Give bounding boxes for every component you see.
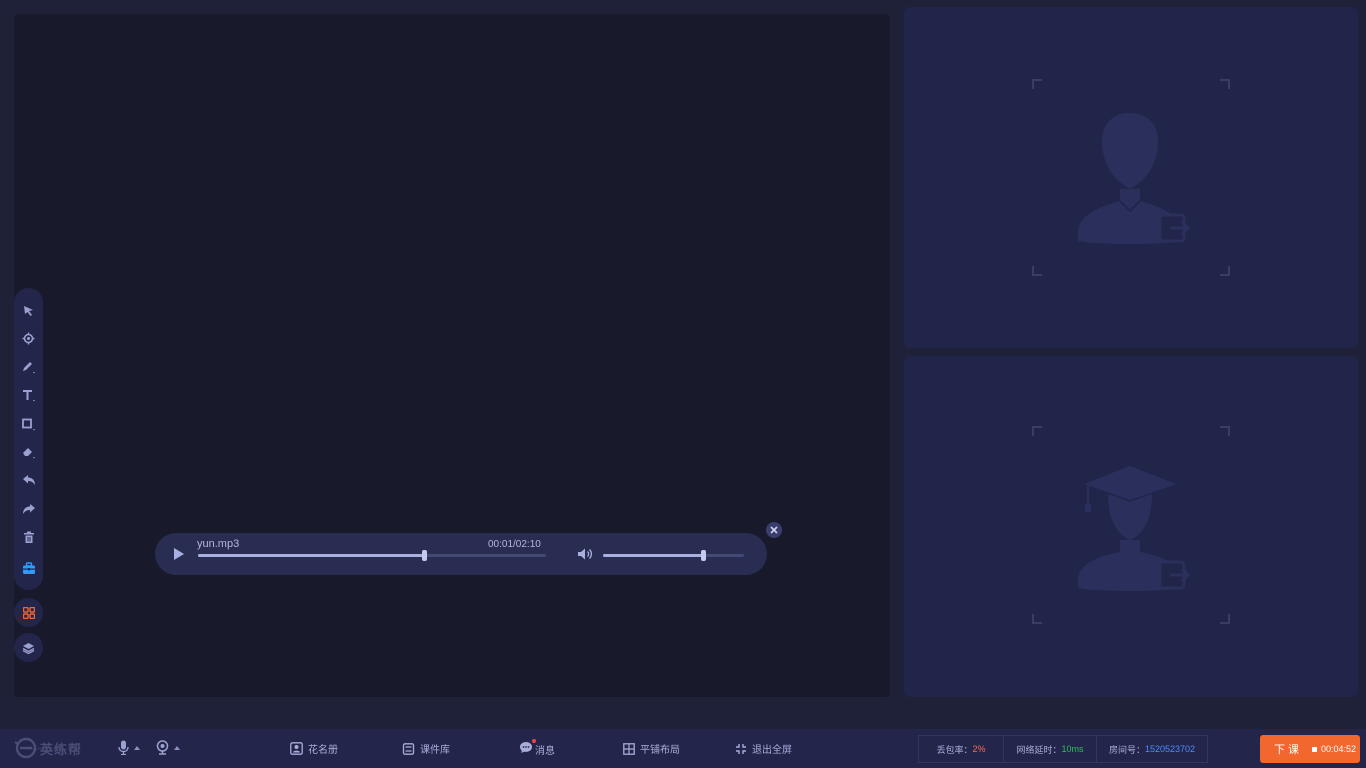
packet-loss-value: 2% — [972, 744, 986, 754]
teacher-video-panel — [904, 7, 1358, 348]
volume-fill — [603, 554, 704, 557]
close-icon — [770, 526, 778, 534]
camera-dropdown-icon[interactable] — [174, 745, 180, 750]
room-label: 房间号： — [1108, 744, 1145, 755]
frame-corner — [1032, 79, 1042, 89]
courseware-label: 课件库 — [420, 745, 450, 756]
latency-stat: 网络延时： 10ms — [1004, 736, 1097, 762]
bottom-bar: 英练帮 LIANBANG 花名册 课件库 消息 平铺布局 退出全屏 丢包率： 2… — [0, 729, 1366, 768]
text-icon — [23, 390, 35, 402]
shape-icon — [22, 418, 35, 431]
end-class-label: 下课 — [1274, 744, 1302, 756]
tile-layout-icon — [623, 742, 635, 755]
microphone-button[interactable] — [118, 740, 140, 755]
volume-icon — [578, 548, 593, 560]
toolbox-button[interactable] — [14, 555, 43, 581]
audio-time: 00:01/02:10 — [488, 539, 541, 550]
frame-corner — [1220, 614, 1230, 624]
laser-pointer-tool-button[interactable] — [14, 325, 43, 351]
exit-fullscreen-button[interactable]: 退出全屏 — [735, 741, 792, 756]
packet-loss-stat: 丢包率： 2% — [919, 736, 1004, 762]
tile-layout-label: 平铺布局 — [640, 745, 680, 756]
select-icon — [24, 305, 33, 316]
layers-button[interactable] — [14, 633, 43, 662]
audio-player: yun.mp3 00:01/02:10 — [155, 533, 767, 575]
laser-pointer-icon — [22, 332, 35, 344]
toolbox-icon — [22, 561, 35, 574]
network-stats: 丢包率： 2% 网络延时： 10ms 房间号： 1520523702 — [918, 735, 1208, 763]
student-avatar-icon — [1078, 466, 1191, 591]
latency-value: 10ms — [1061, 744, 1084, 754]
frame-corner — [1032, 266, 1042, 276]
packet-loss-label: 丢包率： — [936, 744, 973, 755]
drawing-toolbar — [14, 288, 43, 590]
microphone-dropdown-icon[interactable] — [134, 745, 140, 750]
undo-icon — [22, 475, 35, 485]
redo-button[interactable] — [14, 496, 43, 522]
whiteboard-canvas[interactable] — [14, 14, 890, 697]
play-icon — [174, 548, 184, 560]
messages-label: 消息 — [535, 745, 555, 757]
frame-corner — [1032, 614, 1042, 624]
tile-layout-button[interactable]: 平铺布局 — [623, 741, 680, 756]
camera-button[interactable] — [156, 740, 180, 755]
undo-button[interactable] — [14, 467, 43, 493]
volume-handle[interactable] — [701, 550, 707, 561]
audio-file-name: yun.mp3 — [197, 538, 240, 550]
roster-button[interactable]: 花名册 — [290, 741, 338, 756]
student-video-panel — [904, 356, 1358, 697]
pen-icon — [23, 362, 35, 374]
apps-grid-icon — [22, 606, 35, 619]
eraser-icon — [23, 448, 35, 459]
pen-tool-button[interactable] — [14, 354, 43, 380]
clear-icon — [23, 531, 34, 543]
roster-icon — [290, 742, 303, 755]
play-button[interactable] — [173, 547, 185, 566]
recording-indicator — [1312, 746, 1317, 752]
progress-handle[interactable] — [422, 550, 428, 561]
frame-corner — [1220, 79, 1230, 89]
close-player-button[interactable] — [766, 522, 782, 538]
progress-fill — [198, 554, 425, 557]
room-number-stat: 房间号： 1520523702 — [1097, 736, 1207, 762]
redo-icon — [22, 504, 35, 514]
eraser-tool-button[interactable] — [14, 439, 43, 465]
progress-track[interactable] — [198, 550, 546, 561]
exit-fullscreen-label: 退出全屏 — [752, 745, 792, 756]
room-value: 1520523702 — [1144, 744, 1196, 754]
volume-track[interactable] — [603, 550, 744, 561]
courseware-library-button[interactable]: 课件库 — [402, 741, 450, 756]
courseware-icon — [402, 742, 415, 755]
end-class-button[interactable]: 下课 00:04:52 — [1260, 735, 1360, 763]
class-timer: 00:04:52 — [1321, 744, 1357, 754]
shape-tool-button[interactable] — [14, 411, 43, 437]
latency-label: 网络延时： — [1016, 744, 1062, 755]
message-icon — [520, 742, 532, 753]
select-tool-button[interactable] — [14, 297, 43, 323]
logo-subtitle: LIANBANG — [29, 746, 58, 751]
volume-button[interactable] — [577, 547, 593, 566]
camera-icon — [156, 740, 169, 755]
messages-button[interactable]: 消息 — [519, 739, 555, 757]
layers-icon — [22, 642, 35, 654]
clear-board-button[interactable] — [14, 524, 43, 550]
text-tool-button[interactable] — [14, 382, 43, 408]
apps-grid-button[interactable] — [14, 598, 43, 627]
teacher-avatar-icon — [1078, 113, 1191, 244]
frame-corner — [1220, 426, 1230, 436]
roster-label: 花名册 — [308, 745, 338, 756]
message-unread-dot — [532, 739, 536, 743]
exit-fullscreen-icon — [736, 743, 746, 754]
microphone-icon — [118, 740, 129, 755]
frame-corner — [1032, 426, 1042, 436]
frame-corner — [1220, 266, 1230, 276]
